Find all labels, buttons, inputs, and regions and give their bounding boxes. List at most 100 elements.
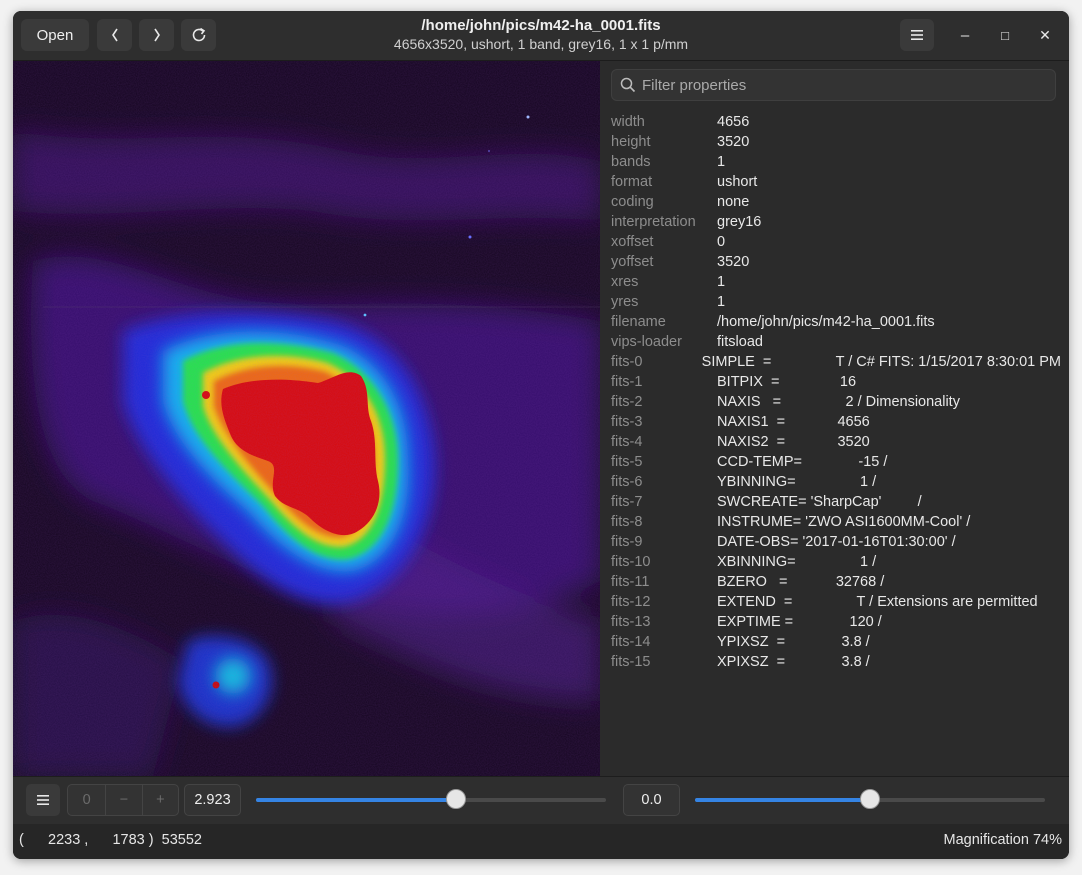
property-name: interpretation (611, 214, 696, 230)
property-row: bands 1 (611, 152, 1061, 172)
reload-button[interactable] (181, 19, 216, 51)
property-value: EXPTIME = 120 / (717, 614, 882, 630)
property-row: interpretation grey16 (611, 212, 1061, 232)
property-name: fits-6 (611, 474, 643, 490)
property-row: format ushort (611, 172, 1061, 192)
property-value: SWCREATE= 'SharpCap' / (717, 494, 922, 510)
image-view[interactable] (13, 61, 600, 776)
display-toolbar: 0 − + 2.923 0.0 (13, 776, 1069, 824)
magnification-label: Magnification 74% (943, 832, 1063, 848)
properties-panel: Filter properties width 4656 height 3520 ban… (600, 61, 1069, 776)
close-button[interactable]: ✕ (1033, 23, 1057, 47)
scale-slider-knob[interactable] (445, 789, 466, 809)
open-button-label: Open (36, 26, 74, 44)
property-name: bands (611, 154, 651, 170)
forward-button[interactable] (139, 19, 174, 51)
property-row: fits-8 INSTRUME= 'ZWO ASI1600MM-Cool' / (611, 512, 1061, 532)
main-menu-button[interactable] (900, 19, 934, 51)
window-title: /home/john/pics/m42-ha_0001.fits (421, 17, 661, 34)
property-name: fits-7 (611, 494, 643, 510)
property-row: fits-7 SWCREATE= 'SharpCap' / (611, 492, 1061, 512)
hamburger-menu-icon (37, 795, 49, 805)
offset-value: 0.0 (641, 792, 662, 808)
property-name: format (611, 174, 653, 190)
property-name: fits-11 (611, 574, 650, 590)
reload-icon (192, 27, 205, 42)
page-decrement-button[interactable]: − (105, 785, 141, 815)
title-block: /home/john/pics/m42-ha_0001.fits 4656x35… (263, 17, 819, 53)
page-value: 0 (82, 792, 91, 808)
property-value: BITPIX = 16 (717, 374, 857, 390)
pixel-readout: ( 2233 , 1783 ) 53552 (19, 832, 202, 848)
scale-entry[interactable]: 2.923 (184, 784, 241, 816)
property-name: fits-13 (611, 614, 651, 630)
property-name: fits-4 (611, 434, 643, 450)
property-row: filename/home/john/pics/m42-ha_0001.fits (611, 312, 1061, 332)
property-value: NAXIS1 = 4656 (717, 414, 870, 430)
property-row: vips-loader fitsload (611, 332, 1061, 352)
property-name: yoffset (611, 254, 654, 270)
property-row: fits-13 EXPTIME = 120 / (611, 612, 1061, 632)
maximize-button[interactable]: □ (993, 23, 1017, 47)
property-name: xres (611, 274, 639, 290)
property-value: INSTRUME= 'ZWO ASI1600MM-Cool' / (717, 514, 971, 530)
maximize-icon: □ (1001, 27, 1009, 43)
back-button[interactable] (97, 19, 132, 51)
offset-entry[interactable]: 0.0 (623, 784, 680, 816)
header-bar: Open /home/john/pics/m42-ha_0001.fits 46… (13, 11, 1069, 61)
search-icon (620, 77, 636, 93)
property-row: fits-10 XBINNING= 1 / (611, 552, 1061, 572)
minimize-button[interactable]: – (953, 23, 977, 47)
property-row: fits-6 YBINNING= 1 / (611, 472, 1061, 492)
property-value: XPIXSZ = 3.8 / (717, 654, 870, 670)
property-value: grey16 (717, 214, 762, 230)
property-value: SIMPLE = T / C# FITS: 1/15/2017 8:30:01 … (701, 354, 1061, 370)
page-increment-button[interactable]: + (141, 785, 178, 815)
scale-slider[interactable] (256, 789, 606, 809)
property-name: fits-5 (611, 454, 643, 470)
property-value: NAXIS2 = 3520 (717, 434, 870, 450)
property-name: fits-8 (611, 514, 643, 530)
property-value: /home/john/pics/m42-ha_0001.fits (717, 314, 935, 330)
property-value: BZERO = 32768 / (717, 574, 885, 590)
property-value: XBINNING= 1 / (717, 554, 877, 570)
close-icon: ✕ (1039, 26, 1051, 43)
minimize-icon: – (960, 26, 970, 44)
property-name: fits-2 (611, 394, 643, 410)
property-value: DATE-OBS= '2017-01-16T01:30:00' / (717, 534, 956, 550)
toolbar-menu-button[interactable] (26, 784, 60, 816)
property-name: width (611, 114, 645, 130)
property-row: fits-12 EXTEND = T / Extensions are permi… (611, 592, 1061, 612)
property-row: height 3520 (611, 132, 1061, 152)
property-name: fits-0 (611, 354, 643, 370)
nebula-image (13, 61, 600, 776)
property-name: yres (611, 294, 639, 310)
property-list: width 4656 height 3520 bands 1 format ushort cod… (611, 112, 1061, 672)
property-value: 1 (717, 274, 726, 290)
open-button[interactable]: Open (21, 19, 89, 51)
property-row: coding none (611, 192, 1061, 212)
page-spinbutton[interactable]: 0 − + (67, 784, 179, 816)
filter-properties-input[interactable]: Filter properties (611, 69, 1056, 101)
property-value: 1 (717, 154, 726, 170)
offset-slider[interactable] (695, 789, 1045, 809)
window-subtitle: 4656x3520, ushort, 1 band, grey16, 1 x 1… (393, 36, 689, 52)
property-value: 4656 (717, 114, 750, 130)
property-value: none (717, 194, 750, 210)
property-name: fits-14 (611, 634, 651, 650)
property-name: fits-9 (611, 534, 643, 550)
property-value: fitsload (717, 334, 763, 350)
scale-slider-fill (256, 798, 456, 802)
property-name: fits-10 (611, 554, 651, 570)
property-name: vips-loader (611, 334, 682, 350)
property-name: fits-15 (611, 654, 651, 670)
property-name: fits-12 (611, 594, 651, 610)
offset-slider-fill (695, 798, 870, 802)
property-value: CCD-TEMP= -15 / (717, 454, 888, 470)
property-value: 3520 (717, 134, 750, 150)
property-row: fits-14 YPIXSZ = 3.8 / (611, 632, 1061, 652)
property-name: fits-1 (611, 374, 643, 390)
property-name: xoffset (611, 234, 654, 250)
offset-slider-knob[interactable] (860, 789, 880, 809)
status-bar: ( 2233 , 1783 ) 53552 Magnification 74% (13, 824, 1069, 859)
